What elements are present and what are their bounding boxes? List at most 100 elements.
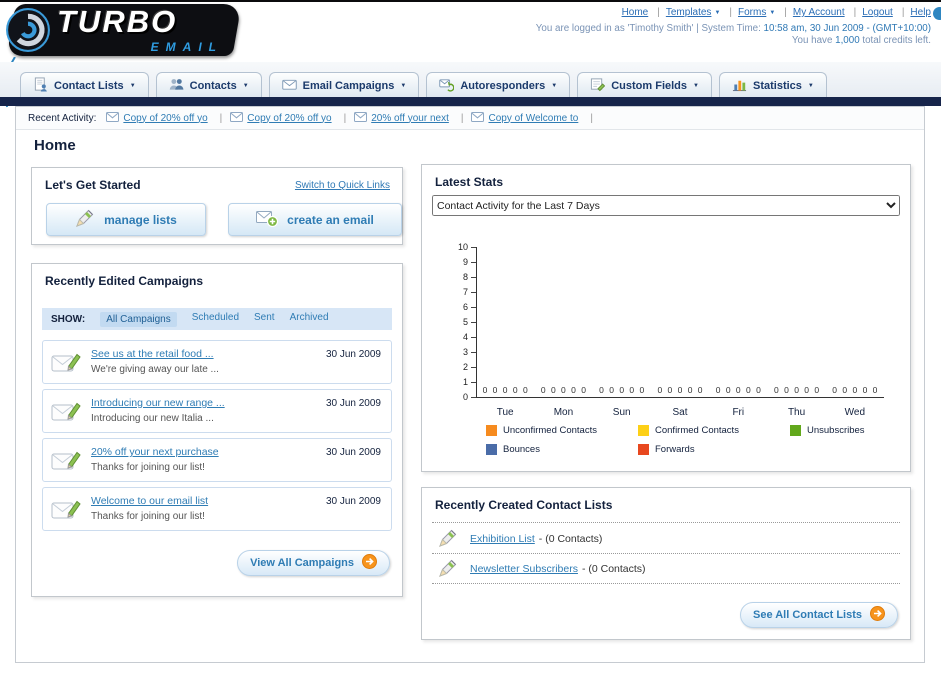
top-link-logout[interactable]: Logout	[862, 7, 910, 18]
legend-swatch	[790, 425, 801, 436]
y-tick-label: 10	[457, 242, 468, 252]
session-info: You are logged in as 'Timothy Smith' | S…	[536, 23, 931, 34]
logo-text-turbo: TURBO	[57, 4, 178, 39]
campaign-row: 20% off your next purchase Thanks for joi…	[42, 438, 392, 482]
chart-zero-values: 0 0 0 0 0	[599, 385, 645, 395]
top-link-label: Templates	[665, 7, 712, 18]
nav-divider-bar	[0, 97, 941, 106]
y-tick-label: 9	[462, 257, 468, 267]
legend-label: Unconfirmed Contacts	[503, 425, 597, 436]
top-link-my-account[interactable]: My Account	[793, 7, 862, 18]
envelope-icon	[471, 111, 485, 125]
contact-list-row: Newsletter Subscribers - (0 Contacts)	[432, 554, 900, 584]
y-tick-label: 3	[462, 347, 468, 357]
campaign-filters: All Campaigns Scheduled Sent Archived	[100, 311, 329, 327]
tab-contact-lists[interactable]: Contact Lists ▼	[20, 72, 149, 98]
credits-info: You have 1,000 total credits left.	[792, 35, 931, 46]
campaign-title-link[interactable]: See us at the retail food ...	[91, 348, 214, 360]
switch-to-quick-links[interactable]: Switch to Quick Links	[295, 180, 390, 191]
activity-item[interactable]: 20% off your next	[354, 111, 471, 125]
envelope-pencil-icon	[51, 497, 81, 527]
legend-swatch	[638, 425, 649, 436]
tab-custom-fields[interactable]: Custom Fields ▼	[577, 72, 712, 98]
top-link-forms[interactable]: Forms ▼	[738, 7, 793, 18]
y-tick-label: 2	[462, 362, 468, 372]
legend-item-confirmed-contacts: Confirmed Contacts	[638, 425, 790, 436]
see-all-contact-lists-button[interactable]: See All Contact Lists	[739, 602, 898, 628]
campaign-filter-bar: SHOW: All Campaigns Scheduled Sent Archived	[42, 308, 392, 330]
campaign-subtitle: Thanks for joining our list!	[91, 462, 205, 473]
contact-list-count: - (0 Contacts)	[581, 563, 646, 575]
top-link-home[interactable]: Home	[622, 7, 666, 18]
tab-email-campaigns[interactable]: Email Campaigns ▼	[268, 72, 420, 98]
content-area: Recent Activity: Copy of 20% off yoCopy …	[15, 106, 925, 663]
contact-list-link[interactable]: Exhibition List	[470, 533, 535, 545]
email-plus-icon	[256, 210, 279, 230]
filter-all-campaigns[interactable]: All Campaigns	[100, 311, 177, 327]
tab-autoresponders[interactable]: Autoresponders ▼	[426, 72, 571, 98]
chart-zero-values: 0 0 0 0 0	[832, 385, 878, 395]
campaign-title-link[interactable]: Welcome to our email list	[91, 495, 208, 507]
chart-zero-values: 0 0 0 0 0	[774, 385, 820, 395]
tab-contacts[interactable]: Contacts ▼	[155, 72, 262, 98]
filter-scheduled[interactable]: Scheduled	[192, 312, 239, 327]
activity-item[interactable]: Copy of 20% off yo	[230, 111, 354, 125]
tab-label: Autoresponders	[460, 79, 546, 92]
statistics-icon	[732, 77, 747, 95]
legend-swatch	[638, 444, 649, 455]
chart-zero-values: 0 0 0 0 0	[657, 385, 703, 395]
credits-value: 1,000	[835, 35, 860, 46]
top-link-help[interactable]: Help	[910, 7, 931, 18]
autoresponders-icon	[439, 77, 455, 95]
y-tick-label: 7	[462, 287, 468, 297]
filter-archived[interactable]: Archived	[290, 312, 329, 327]
tab-statistics[interactable]: Statistics ▼	[718, 72, 827, 98]
activity-item-label: Copy of 20% off yo	[247, 112, 332, 124]
create-email-button[interactable]: create an email	[228, 203, 402, 236]
contact-list-text: Newsletter Subscribers - (0 Contacts)	[470, 563, 646, 575]
campaigns-panel: Recently Edited Campaigns SHOW: All Camp…	[31, 263, 403, 597]
legend-label: Forwards	[655, 444, 695, 455]
activity-item[interactable]: Copy of Welcome to	[471, 111, 600, 125]
page: TURBO EMAIL HomeTemplates▼Forms▼My Accou…	[0, 0, 941, 683]
contact-list-link[interactable]: Newsletter Subscribers	[470, 563, 578, 575]
chart-zero-values: 0 0 0 0 0	[540, 385, 586, 395]
manage-lists-button[interactable]: manage lists	[46, 203, 206, 236]
y-tick-label: 1	[462, 377, 468, 387]
chart-y-axis-line	[476, 247, 477, 398]
campaign-date: 30 Jun 2009	[325, 447, 381, 458]
tab-label: Custom Fields	[611, 79, 688, 92]
turbo-swirl-icon	[5, 7, 51, 58]
legend-item-bounces: Bounces	[486, 444, 638, 455]
page-title: Home	[34, 137, 76, 154]
pencil-icon	[75, 209, 95, 231]
chart-zero-values: 0 0 0 0 0	[715, 385, 761, 395]
app-logo[interactable]: TURBO EMAIL	[3, 4, 243, 108]
campaign-subtitle: We're giving away our late ...	[91, 364, 219, 375]
stats-period-select[interactable]: Contact Activity for the Last 7 Days	[432, 195, 900, 216]
legend-label: Bounces	[503, 444, 540, 455]
credits-prefix: You have	[791, 35, 833, 46]
get-started-buttons: manage lists create an email	[46, 203, 402, 236]
x-axis-day-label: Mon	[553, 407, 574, 418]
campaign-title-link[interactable]: Introducing our new range ...	[91, 397, 225, 409]
dotted-divider	[432, 522, 900, 523]
campaign-title-link[interactable]: 20% off your next purchase	[91, 446, 219, 458]
arrow-right-icon	[362, 554, 377, 572]
top-link-label: Logout	[862, 7, 893, 18]
recent-activity-bar: Recent Activity: Copy of 20% off yoCopy …	[16, 107, 924, 130]
view-all-campaigns-button[interactable]: View All Campaigns	[237, 550, 390, 576]
logo-text-email: EMAIL	[150, 40, 223, 54]
x-axis-day-label: Sun	[612, 407, 631, 418]
manage-lists-label: manage lists	[104, 212, 177, 227]
top-link-templates[interactable]: Templates ▼	[666, 7, 738, 18]
activity-item[interactable]: Copy of 20% off yo	[106, 111, 230, 125]
chevron-down-icon: ▼	[807, 82, 814, 89]
legend-item-unconfirmed-contacts: Unconfirmed Contacts	[486, 425, 638, 436]
filter-sent[interactable]: Sent	[254, 312, 275, 327]
custom-fields-icon	[590, 77, 606, 95]
pencil-icon	[438, 559, 458, 583]
latest-stats-title: Latest Stats	[435, 175, 504, 189]
tab-label: Contact Lists	[54, 79, 124, 92]
contact-list-row: Exhibition List - (0 Contacts)	[432, 524, 900, 554]
